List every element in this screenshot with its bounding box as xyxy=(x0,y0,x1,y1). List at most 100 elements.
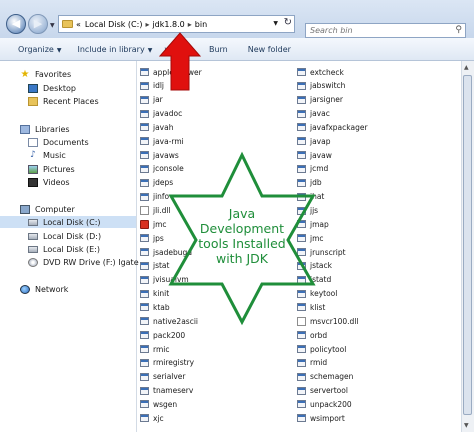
file-name: serialver xyxy=(153,372,186,382)
search-box[interactable]: ⚲ xyxy=(305,23,466,38)
file-item[interactable]: wsgen xyxy=(140,398,177,410)
breadcrumb-bin[interactable]: bin xyxy=(195,20,207,29)
nav-label: Computer xyxy=(35,204,75,214)
nav-network[interactable]: Network xyxy=(20,283,156,295)
file-item[interactable]: xjc xyxy=(140,412,164,424)
file-name: extcheck xyxy=(310,67,344,77)
file-item[interactable]: unpack200 xyxy=(297,398,352,410)
file-item[interactable]: jar xyxy=(140,94,163,106)
executable-icon xyxy=(140,289,149,298)
executable-icon xyxy=(297,372,306,381)
file-name: javac xyxy=(310,109,330,119)
file-item[interactable]: jinfo xyxy=(140,191,169,203)
executable-icon xyxy=(297,386,306,395)
nav-libraries[interactable]: Libraries xyxy=(20,123,156,135)
share-with-button[interactable]: with ▼ xyxy=(164,45,189,54)
file-item[interactable]: native2ascii xyxy=(140,315,198,327)
executable-icon xyxy=(140,248,149,257)
file-item[interactable]: jmc xyxy=(140,218,167,230)
executable-icon xyxy=(140,358,149,367)
recent-pages-dropdown-icon[interactable]: ▼ xyxy=(50,22,55,29)
file-item[interactable]: javah xyxy=(140,121,173,133)
file-item[interactable]: jhat xyxy=(297,191,324,203)
file-item[interactable]: kinit xyxy=(140,288,169,300)
vertical-scrollbar[interactable]: ▲ ▼ xyxy=(461,61,474,432)
file-item[interactable]: jconsole xyxy=(140,163,184,175)
file-item[interactable]: jrunscript xyxy=(297,246,346,258)
address-box[interactable]: « Local Disk (C:) ▸ jdk1.8.0 ▸ bin ▼ ↻ xyxy=(58,15,295,33)
executable-icon xyxy=(140,414,149,423)
forward-button[interactable]: ▶ xyxy=(28,14,48,34)
file-item[interactable]: jstatd xyxy=(297,274,331,286)
nav-computer[interactable]: Computer xyxy=(20,203,156,215)
file-item[interactable]: idlj xyxy=(140,80,164,92)
nav-local-disk-c[interactable]: Local Disk (C:) xyxy=(0,216,136,228)
file-item[interactable]: extcheck xyxy=(297,66,344,78)
file-name: ktab xyxy=(153,302,170,312)
file-item[interactable]: policytool xyxy=(297,343,346,355)
file-item[interactable]: jstat xyxy=(140,260,169,272)
file-name: jarsigner xyxy=(310,95,343,105)
executable-icon xyxy=(297,68,306,76)
file-item[interactable]: javaws xyxy=(140,149,179,161)
file-item[interactable]: jvisualvm xyxy=(140,274,189,286)
file-item[interactable]: jli.dll xyxy=(140,205,171,217)
file-item[interactable]: javafxpackager xyxy=(297,121,368,133)
executable-icon xyxy=(297,137,306,146)
file-item[interactable]: ktab xyxy=(140,301,170,313)
breadcrumb-root-chevron[interactable]: « xyxy=(76,20,81,29)
file-item[interactable]: klist xyxy=(297,301,325,313)
include-in-library-button[interactable]: Include in library ▼ xyxy=(77,45,152,54)
dll-file-icon xyxy=(140,206,149,215)
file-item[interactable]: jdeps xyxy=(140,177,173,189)
file-item[interactable]: javac xyxy=(297,108,330,120)
burn-button[interactable]: Burn xyxy=(209,45,228,54)
file-name: jjs xyxy=(310,206,319,215)
file-item[interactable]: javaw xyxy=(297,149,332,161)
file-item[interactable]: tnameserv xyxy=(140,385,193,397)
file-item[interactable]: rmic xyxy=(140,343,169,355)
search-input[interactable] xyxy=(306,24,454,37)
executable-icon xyxy=(140,164,149,173)
back-button[interactable]: ◀ xyxy=(6,14,26,34)
file-item[interactable]: wsimport xyxy=(297,412,345,424)
address-dropdown-icon[interactable]: ▼ xyxy=(273,20,278,27)
file-item[interactable]: servertool xyxy=(297,385,348,397)
chevron-down-icon: ▼ xyxy=(56,46,62,54)
executable-icon xyxy=(297,345,306,353)
annotation-line: tools Installed xyxy=(198,236,286,251)
file-item[interactable]: keytool xyxy=(297,288,337,300)
breadcrumb-local-disk-c[interactable]: Local Disk (C:) xyxy=(85,20,143,29)
new-folder-button[interactable]: New folder xyxy=(248,45,291,54)
organize-button[interactable]: Organize ▼ xyxy=(18,45,61,54)
file-item[interactable]: pack200 xyxy=(140,329,185,341)
executable-icon xyxy=(140,192,149,201)
refresh-icon[interactable]: ↻ xyxy=(284,17,292,28)
file-item[interactable]: msvcr100.dll xyxy=(297,315,359,327)
nav-label: Recent Places xyxy=(43,96,99,106)
file-item[interactable]: rmiregistry xyxy=(140,357,194,369)
file-item[interactable]: java-rmi xyxy=(140,135,184,147)
file-item[interactable]: jabswitch xyxy=(297,80,345,92)
file-item[interactable]: jarsigner xyxy=(297,94,343,106)
breadcrumb-separator-icon[interactable]: ▸ xyxy=(145,20,149,29)
scroll-down-arrow-icon[interactable]: ▼ xyxy=(464,422,469,429)
include-label: Include in library xyxy=(77,44,145,54)
scroll-up-arrow-icon[interactable]: ▲ xyxy=(464,64,469,71)
nav-favorites[interactable]: ★ Favorites xyxy=(20,68,156,80)
file-item[interactable]: jcmd xyxy=(297,163,328,175)
file-item[interactable]: schemagen xyxy=(297,371,353,383)
file-item[interactable]: serialver xyxy=(140,371,186,383)
file-item[interactable]: javadoc xyxy=(140,108,182,120)
breadcrumb-separator-icon[interactable]: ▸ xyxy=(188,20,192,29)
file-item[interactable]: orbd xyxy=(297,329,327,341)
search-icon[interactable]: ⚲ xyxy=(455,25,462,35)
file-item[interactable]: javap xyxy=(297,135,330,147)
executable-icon xyxy=(140,275,149,284)
file-item[interactable]: jps xyxy=(140,232,164,244)
breadcrumb-jdk[interactable]: jdk1.8.0 xyxy=(152,20,184,29)
scrollbar-thumb[interactable] xyxy=(463,75,472,415)
file-item[interactable]: jdb xyxy=(297,177,322,189)
file-item[interactable]: appletviewer xyxy=(140,66,202,78)
file-item[interactable]: rmid xyxy=(297,357,327,369)
